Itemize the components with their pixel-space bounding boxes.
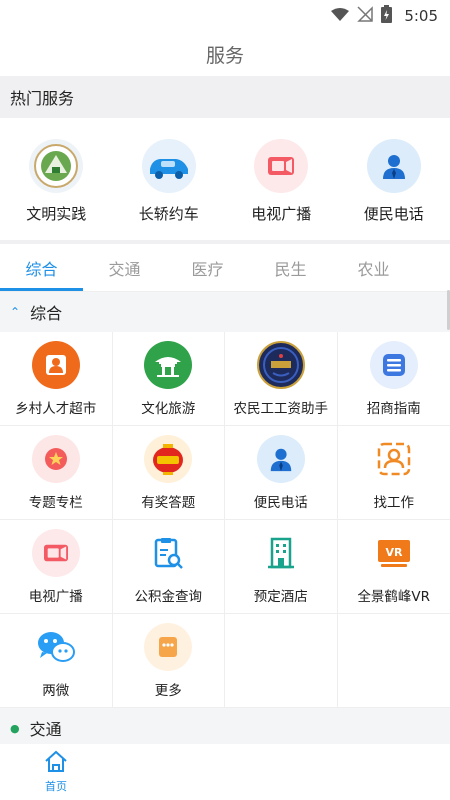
hot-item-phone[interactable]: 便民电话 xyxy=(338,138,450,224)
service-label: 有奖答题 xyxy=(141,494,196,511)
service-culture-tourism[interactable]: 文化旅游 xyxy=(112,332,225,426)
service-hotline[interactable]: 便民电话 xyxy=(225,426,338,520)
service-investment-guide[interactable]: 招商指南 xyxy=(337,332,450,426)
fund-search-icon xyxy=(144,528,193,577)
home-icon xyxy=(43,750,69,776)
tab-medical[interactable]: 医疗 xyxy=(166,244,249,291)
nav-home[interactable]: 首页 xyxy=(0,750,112,794)
service-label: 乡村人才超市 xyxy=(15,400,97,417)
no-signal-icon xyxy=(357,6,374,26)
service-hotel-booking[interactable]: 预定酒店 xyxy=(225,520,338,614)
service-label: 电视广播 xyxy=(28,588,83,605)
service-label: 专题专栏 xyxy=(28,494,83,511)
list-icon xyxy=(369,340,418,389)
nav-home-label: 首页 xyxy=(45,780,67,793)
service-more[interactable]: 更多 xyxy=(112,614,225,708)
service-wage-helper[interactable]: 农民工工资助手 xyxy=(225,332,338,426)
service-label: 公积金查询 xyxy=(134,588,203,605)
hotel-icon xyxy=(256,528,305,577)
hot-item-tv[interactable]: 电视广播 xyxy=(225,138,337,224)
video-icon xyxy=(254,138,309,193)
hot-item-label: 便民电话 xyxy=(363,204,424,223)
service-label: 更多 xyxy=(154,682,182,699)
service-label: 文化旅游 xyxy=(141,400,196,417)
hot-item-civilization[interactable]: 文明实践 xyxy=(0,138,112,224)
battery-charging-icon xyxy=(381,5,393,27)
traffic-heading: ● 交通 xyxy=(0,708,450,748)
service-special-topics[interactable]: 专题专栏 xyxy=(0,426,113,520)
tab-agriculture[interactable]: 农业 xyxy=(332,244,415,291)
traffic-heading-label: 交通 xyxy=(29,720,62,739)
service-label: 全景鹤峰VR xyxy=(357,588,431,605)
hot-item-label: 长轿约车 xyxy=(138,204,199,223)
more-icon xyxy=(144,622,193,671)
service-find-job[interactable]: 找工作 xyxy=(337,426,450,520)
svg-text:VR: VR xyxy=(385,546,403,559)
service-label: 预定酒店 xyxy=(253,588,308,605)
weibo-wechat-icon xyxy=(31,622,80,671)
lantern-icon xyxy=(144,434,193,483)
hot-item-label: 电视广播 xyxy=(251,204,312,223)
video-icon xyxy=(31,528,80,577)
civilization-emblem-icon xyxy=(29,138,84,193)
service-vr[interactable]: VR 全景鹤峰VR xyxy=(337,520,450,614)
grid-empty-cell xyxy=(337,614,450,708)
status-bar: 5:05 xyxy=(0,0,450,32)
traffic-dot-icon: ● xyxy=(10,721,20,735)
service-label: 招商指南 xyxy=(366,400,421,417)
service-talent-market[interactable]: 乡村人才超市 xyxy=(0,332,113,426)
general-heading-label: 综合 xyxy=(30,304,63,323)
general-heading: ⌃ 综合 xyxy=(0,292,450,332)
page-title: 服务 xyxy=(205,44,244,67)
vr-icon: VR xyxy=(369,528,418,577)
chevron-up-icon: ⌃ xyxy=(10,305,21,319)
hot-services: 文明实践 长轿约车 电视广播 便民电话 xyxy=(0,118,450,240)
service-quiz[interactable]: 有奖答题 xyxy=(112,426,225,520)
hot-item-label: 文明实践 xyxy=(26,204,87,223)
bottom-nav: 首页 xyxy=(0,744,450,800)
tab-general[interactable]: 综合 xyxy=(0,244,83,291)
service-weibo-wechat[interactable]: 两微 xyxy=(0,614,113,708)
job-search-icon xyxy=(369,434,418,483)
service-fund-query[interactable]: 公积金查询 xyxy=(112,520,225,614)
talent-icon xyxy=(31,340,80,389)
service-label: 找工作 xyxy=(373,494,415,511)
service-tv-broadcast[interactable]: 电视广播 xyxy=(0,520,113,614)
status-time: 5:05 xyxy=(404,7,438,25)
page-header: 服务 xyxy=(0,32,450,76)
service-label: 两微 xyxy=(42,682,70,699)
star-icon xyxy=(31,434,80,483)
hot-item-car[interactable]: 长轿约车 xyxy=(113,138,225,224)
car-icon xyxy=(141,138,196,193)
person-icon xyxy=(366,138,421,193)
pavilion-icon xyxy=(144,340,193,389)
tab-livelihood[interactable]: 民生 xyxy=(249,244,332,291)
grid-empty-cell xyxy=(225,614,338,708)
wage-badge-icon xyxy=(256,340,305,389)
hot-services-heading: 热门服务 xyxy=(0,76,450,118)
category-tabs: 综合 交通 医疗 民生 农业 xyxy=(0,244,450,292)
service-label: 农民工工资助手 xyxy=(233,400,329,417)
tab-traffic[interactable]: 交通 xyxy=(83,244,166,291)
service-label: 便民电话 xyxy=(253,494,308,511)
wifi-icon xyxy=(331,7,350,26)
general-services-grid: 乡村人才超市 文化旅游 农民工工资助手 招商指南 专题专栏 有奖答题 便民电话 … xyxy=(0,332,450,708)
person-icon xyxy=(256,434,305,483)
